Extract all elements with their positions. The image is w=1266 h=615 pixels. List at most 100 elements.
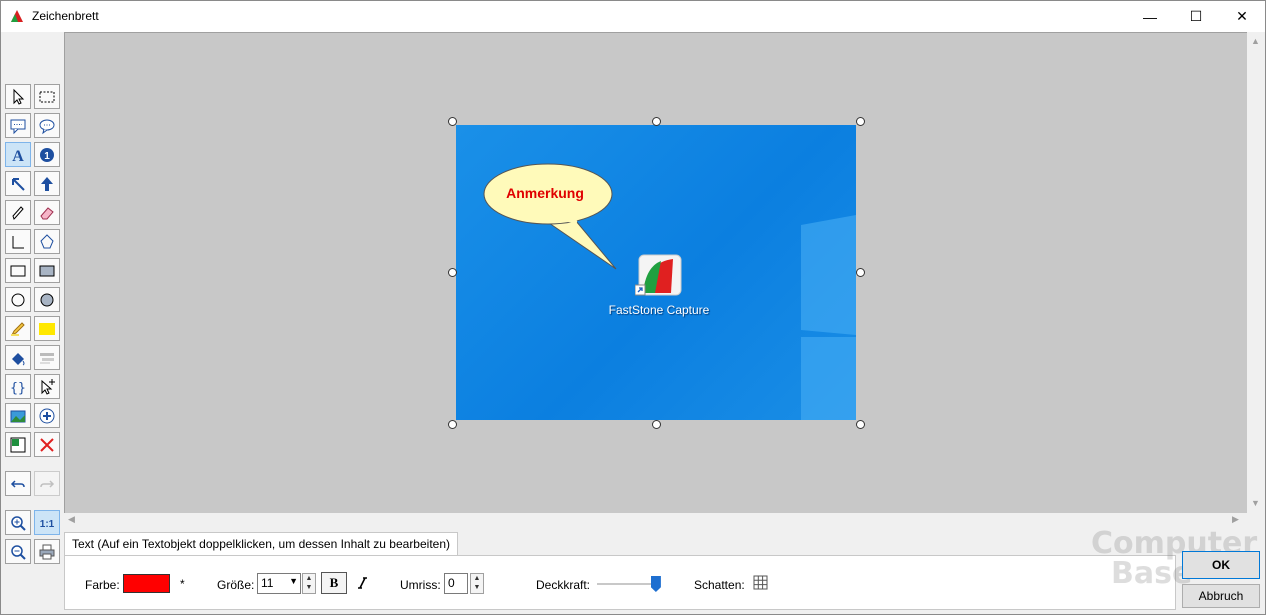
selection-rect-icon (39, 91, 55, 102)
maximize-button[interactable]: ☐ (1173, 1, 1219, 32)
actual-size-tool-button[interactable]: 1:1 (34, 510, 60, 535)
highlight-rect-icon (39, 322, 55, 335)
object-image-tool-button[interactable] (5, 432, 31, 457)
insert-image-tool-button[interactable] (5, 403, 31, 428)
stepper-up-icon[interactable]: ▲ (303, 574, 315, 583)
object-image-icon (10, 437, 26, 452)
highlight-rect-tool-button[interactable] (34, 316, 60, 341)
print-tool-button[interactable] (34, 539, 60, 564)
callout-bubble[interactable] (481, 161, 621, 271)
tab-text-properties[interactable]: Text (Auf ein Textobjekt doppelklicken, … (64, 532, 458, 556)
opacity-slider-track[interactable] (597, 583, 659, 585)
pencil-tool-button[interactable] (5, 200, 31, 225)
arrow-tool-button[interactable] (5, 171, 31, 196)
redo-tool-button[interactable] (34, 471, 60, 496)
shadow-grid-icon[interactable] (753, 575, 769, 591)
stepper-down-icon[interactable]: ▼ (471, 583, 483, 592)
chevron-down-icon: ▼ (289, 576, 298, 586)
pencil-icon (12, 205, 24, 220)
text-tool-button[interactable]: A (5, 142, 31, 167)
line-tool-button[interactable] (5, 229, 31, 254)
font-size-select[interactable]: 11 ▼ (257, 573, 301, 594)
size-label: Größe: (217, 578, 255, 592)
add-pointer-icon (41, 378, 55, 395)
scroll-left-arrow-icon[interactable]: ◀ (68, 514, 75, 525)
polygon-icon (40, 233, 54, 248)
cancel-button[interactable]: Abbruch (1182, 584, 1260, 608)
arrow-icon (12, 177, 25, 191)
resize-handle-e[interactable] (856, 268, 865, 277)
step-number-icon: 1 (40, 147, 54, 162)
minimize-button[interactable]: — (1127, 1, 1173, 32)
print-icon (39, 544, 55, 559)
color-label: Farbe: (85, 578, 120, 592)
svg-text:{}: {} (10, 381, 26, 396)
braces-tool-button[interactable]: {} (5, 374, 31, 399)
highlighter-tool-button[interactable] (5, 316, 31, 341)
faststone-capture-desktop-icon[interactable] (635, 253, 683, 299)
round-callout-icon (39, 119, 55, 134)
resize-handle-sw[interactable] (448, 420, 457, 429)
zoom-in-tool-button[interactable] (5, 510, 31, 535)
vertical-scrollbar[interactable]: ▲ ▼ (1247, 32, 1265, 513)
resize-handle-n[interactable] (652, 117, 661, 126)
ellipse-tool-button[interactable] (5, 287, 31, 312)
faststone-app-icon (11, 10, 23, 22)
delete-tool-button[interactable] (34, 432, 60, 457)
add-circle-icon (39, 408, 55, 423)
resize-handle-se[interactable] (856, 420, 865, 429)
scroll-down-arrow-icon[interactable]: ▼ (1251, 498, 1260, 508)
rectangle-tool-button[interactable] (5, 258, 31, 283)
horizontal-scrollbar[interactable]: ◀ ▶ (64, 513, 1247, 527)
blur-tool-button[interactable] (34, 345, 60, 370)
zoom-out-tool-button[interactable] (5, 539, 31, 564)
filled-rectangle-tool-button[interactable] (34, 258, 60, 283)
scroll-up-arrow-icon[interactable]: ▲ (1251, 36, 1260, 46)
eraser-tool-button[interactable] (34, 200, 60, 225)
rectangle-icon (10, 265, 26, 276)
step-number-tool-button[interactable]: 1 (34, 142, 60, 167)
add-pointer-tool-button[interactable] (34, 374, 60, 399)
stepper-up-icon[interactable]: ▲ (471, 574, 483, 583)
rect-callout-icon (10, 119, 26, 134)
filled-rectangle-icon (39, 265, 55, 276)
window-title: Zeichenbrett (32, 9, 99, 23)
outline-label: Umriss: (400, 578, 441, 592)
arrow-up-tool-button[interactable] (34, 171, 60, 196)
opacity-label: Deckkraft: (536, 578, 591, 592)
filled-ellipse-icon (40, 293, 54, 306)
add-circle-tool-button[interactable] (34, 403, 60, 428)
delete-icon (40, 437, 54, 452)
font-size-stepper[interactable]: ▲ ▼ (302, 573, 316, 594)
fill-tool-button[interactable] (5, 345, 31, 370)
eraser-icon (40, 206, 54, 219)
line-icon (12, 235, 24, 248)
close-button[interactable]: ✕ (1219, 1, 1265, 32)
selection-rect-tool-button[interactable] (34, 84, 60, 109)
stepper-down-icon[interactable]: ▼ (303, 583, 315, 592)
italic-button[interactable] (351, 572, 373, 594)
svg-text:A: A (12, 148, 24, 164)
bold-button[interactable]: B (321, 572, 347, 594)
pointer-tool-button[interactable] (5, 84, 31, 109)
ok-button[interactable]: OK (1182, 551, 1260, 579)
rect-callout-tool-button[interactable] (5, 113, 31, 138)
italic-icon (358, 577, 367, 589)
scroll-right-arrow-icon[interactable]: ▶ (1232, 514, 1239, 525)
blur-icon (40, 352, 54, 364)
color-swatch[interactable] (123, 574, 170, 593)
undo-icon (10, 479, 25, 488)
resize-handle-ne[interactable] (856, 117, 865, 126)
zoom-out-icon (11, 544, 26, 560)
filled-ellipse-tool-button[interactable] (34, 287, 60, 312)
svg-text:1: 1 (44, 151, 50, 162)
round-callout-tool-button[interactable] (34, 113, 60, 138)
resize-handle-s[interactable] (652, 420, 661, 429)
desktop-icon-label: FastStone Capture (608, 303, 710, 317)
outline-stepper[interactable]: ▲ ▼ (470, 573, 484, 594)
resize-handle-w[interactable] (448, 268, 457, 277)
undo-tool-button[interactable] (5, 471, 31, 496)
resize-handle-nw[interactable] (448, 117, 457, 126)
polygon-tool-button[interactable] (34, 229, 60, 254)
outline-input[interactable]: 0 (444, 573, 468, 594)
